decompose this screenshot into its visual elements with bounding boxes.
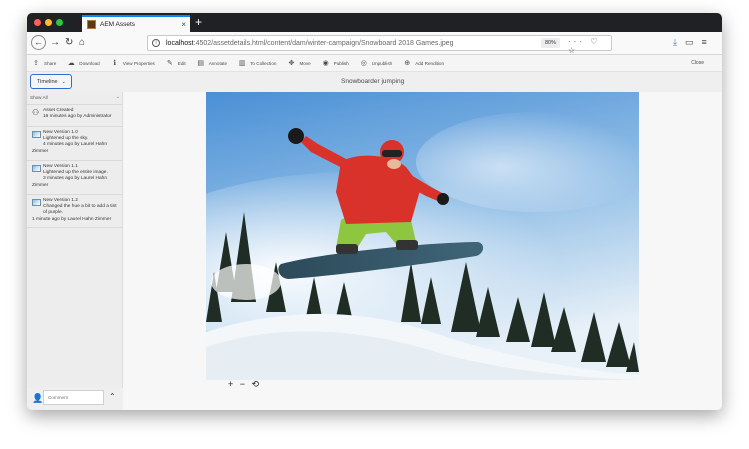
navigation-bar: ← → ↻ ⌂ i localhost:4502/assetdetails.ht…: [27, 32, 722, 55]
timeline-entry[interactable]: ⚇ Asset Created 16 minutes ago by Admini…: [27, 104, 123, 126]
version-thumbnail-icon: [32, 131, 41, 138]
entry-detail: 16 minutes ago by Administrator: [43, 114, 112, 120]
page-title: Snowboarder jumping: [341, 78, 405, 85]
view-properties-label: View Properties: [122, 60, 155, 66]
new-tab-button[interactable]: +: [195, 15, 202, 29]
menu-icon[interactable]: ≡: [702, 37, 707, 48]
close-window-button[interactable]: [34, 19, 41, 26]
view-header: Timeline ⌄ Snowboarder jumping: [27, 72, 722, 92]
download-icon: ☁: [67, 60, 75, 67]
add-rendition-label: Add Rendition: [415, 60, 445, 66]
tab-close-icon[interactable]: ×: [181, 20, 186, 29]
version-thumbnail-icon: [32, 165, 41, 172]
comment-bar: 👤 ⌃: [27, 388, 123, 410]
entry-text: New Version 1.1 Lightened up the entire …: [32, 164, 120, 189]
annotate-icon: ▤: [197, 60, 205, 67]
to-collection-button[interactable]: ▥ To Collection: [238, 59, 277, 67]
zoom-level-badge[interactable]: 80%: [541, 38, 561, 48]
to-collection-label: To Collection: [250, 60, 277, 66]
move-icon: ✥: [288, 60, 295, 67]
reload-button[interactable]: ↻: [65, 36, 73, 50]
show-all-filter[interactable]: Show All ⌄: [30, 94, 120, 100]
maximize-window-button[interactable]: [56, 19, 63, 26]
unpublish-icon: ◎: [360, 60, 367, 67]
move-label: Move: [299, 60, 311, 66]
info-icon: ℹ: [113, 60, 117, 67]
share-button[interactable]: ⇪ Share: [32, 59, 56, 67]
edit-label: Edit: [177, 60, 186, 66]
home-icon[interactable]: ⌂: [79, 36, 85, 50]
asset-viewer: + − ⟲: [124, 92, 722, 410]
publish-icon: ◉: [322, 60, 329, 67]
publish-button[interactable]: ◉ Publish: [322, 59, 349, 67]
timeline-label: Timeline: [37, 78, 58, 85]
download-label: Download: [79, 60, 100, 66]
asset-image: [206, 92, 639, 380]
entry-text: New Version 1.2 Changed the hue a bit to…: [32, 198, 120, 223]
downloads-icon[interactable]: ⤓: [673, 37, 677, 48]
zoom-controls[interactable]: + − ⟲: [228, 379, 261, 390]
show-all-label: Show All: [30, 95, 48, 100]
minimize-window-button[interactable]: [45, 19, 52, 26]
publish-label: Publish: [333, 60, 349, 66]
download-button[interactable]: ☁ Download: [67, 59, 100, 67]
entry-text: New Version 1.0 Lightened up the sky. 4 …: [32, 130, 120, 155]
entry-meta-tail: Zimmer: [32, 182, 49, 188]
browser-window: AEM Assets × + ← → ↻ ⌂ i localhost:4502/…: [27, 13, 722, 410]
add-rendition-button[interactable]: ⊕ Add Rendition: [403, 59, 444, 67]
comment-input[interactable]: [43, 390, 104, 405]
timeline-entry[interactable]: New Version 1.0 Lightened up the sky. 4 …: [27, 126, 123, 160]
user-group-icon: ⚇: [32, 108, 40, 117]
edit-icon: ✎: [166, 60, 173, 67]
add-rendition-icon: ⊕: [404, 60, 411, 67]
url-host: localhost: [166, 39, 194, 47]
entry-meta-tail: 1 minute ago by Laurel Hahn Zimmer: [32, 216, 112, 222]
close-button[interactable]: Close: [691, 60, 704, 66]
window-controls: [34, 19, 63, 26]
entry-text: Asset Created 16 minutes ago by Administ…: [43, 108, 120, 120]
chevron-up-icon[interactable]: ⌃: [109, 392, 116, 401]
annotate-button[interactable]: ▤ Annotate: [197, 59, 227, 67]
edit-button[interactable]: ✎ Edit: [166, 59, 186, 67]
timeline-dropdown[interactable]: Timeline ⌄: [30, 74, 72, 89]
collection-icon: ▥: [238, 60, 246, 67]
timeline-entry[interactable]: New Version 1.2 Changed the hue a bit to…: [27, 194, 123, 228]
share-label: Share: [44, 60, 57, 66]
unpublish-button[interactable]: ◎ Unpublish: [360, 59, 393, 67]
move-button[interactable]: ✥ Move: [287, 59, 311, 67]
asset-toolbar: ⇪ Share ☁ Download ℹ View Properties ✎ E…: [27, 55, 722, 72]
person-icon: 👤: [32, 393, 44, 403]
forward-button[interactable]: →: [50, 36, 60, 50]
unpublish-label: Unpublish: [371, 60, 393, 66]
share-icon: ⇪: [33, 60, 39, 67]
browser-right-icons: ⤓ ▭ ≡: [673, 37, 707, 48]
tab-title: AEM Assets: [100, 21, 136, 28]
entry-meta-tail: Zimmer: [32, 148, 49, 154]
url-path: :4502/assetdetails.html/content/dam/wint…: [193, 39, 454, 47]
back-button[interactable]: ←: [31, 35, 46, 50]
timeline-entry[interactable]: New Version 1.1 Lightened up the entire …: [27, 160, 123, 194]
sidebar-icon[interactable]: ▭: [685, 37, 694, 48]
tab-strip: AEM Assets × +: [27, 13, 722, 32]
chevron-down-icon: ⌄: [61, 78, 66, 85]
annotate-label: Annotate: [208, 60, 228, 66]
aem-favicon-icon: [87, 20, 96, 29]
page-actions-icons[interactable]: ··· ♡ ☆: [568, 37, 611, 55]
site-info-icon[interactable]: i: [152, 39, 160, 47]
browser-tab[interactable]: AEM Assets ×: [82, 15, 190, 32]
version-thumbnail-icon: [32, 199, 41, 206]
view-properties-button[interactable]: ℹ View Properties: [111, 59, 155, 67]
timeline-rail: Show All ⌄ ⚇ Asset Created 16 minutes ag…: [27, 92, 123, 410]
address-bar[interactable]: i localhost:4502/assetdetails.html/conte…: [147, 35, 612, 55]
chevron-down-icon: ⌄: [115, 94, 120, 100]
